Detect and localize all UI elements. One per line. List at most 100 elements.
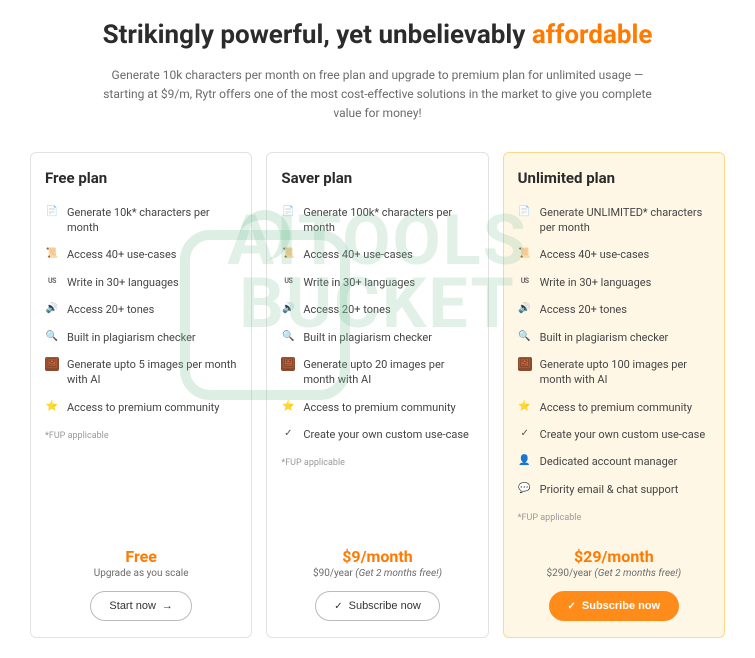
sound-icon: 🔊 bbox=[45, 302, 59, 316]
scroll-icon: 📜 bbox=[45, 247, 59, 261]
us-icon: US bbox=[281, 275, 295, 289]
check-icon: ✓ bbox=[281, 427, 295, 441]
plan-price: $29/month bbox=[518, 547, 710, 566]
feature-item: 💬 Priority email & chat support bbox=[518, 476, 710, 503]
feature-item: 🔊 Access 20+ tones bbox=[518, 296, 710, 323]
feature-text: Access to premium community bbox=[67, 400, 219, 415]
feature-text: Generate UNLIMITED* characters per month bbox=[540, 205, 710, 236]
feature-text: Create your own custom use-case bbox=[540, 427, 706, 442]
plan-title: Saver plan bbox=[281, 169, 473, 187]
feature-item: 🔍 Built in plagiarism checker bbox=[281, 324, 473, 351]
subscribe-button[interactable]: ✓ Subscribe now bbox=[549, 591, 680, 621]
hero-title: Strikingly powerful, yet unbelievably af… bbox=[30, 20, 725, 50]
feature-text: Create your own custom use-case bbox=[303, 427, 469, 442]
fup-note: *FUP applicable bbox=[281, 458, 473, 468]
feature-text: Access 20+ tones bbox=[67, 302, 154, 317]
mag-icon: 🔍 bbox=[281, 330, 295, 344]
doc-icon: 📄 bbox=[45, 205, 59, 219]
plan-price-sub: $90/year (Get 2 months free!) bbox=[281, 568, 473, 579]
feature-text: Write in 30+ languages bbox=[303, 275, 415, 290]
doc-icon: 📄 bbox=[281, 205, 295, 219]
doc-icon: 📄 bbox=[518, 205, 532, 219]
feature-text: Access 20+ tones bbox=[540, 302, 627, 317]
feature-list: 📄 Generate UNLIMITED* characters per mont… bbox=[518, 199, 710, 504]
feature-text: Built in plagiarism checker bbox=[303, 330, 432, 345]
feature-text: Access to premium community bbox=[540, 400, 692, 415]
plan-footer: $9/month $90/year (Get 2 months free!) ✓ Su… bbox=[281, 531, 473, 621]
fup-note: *FUP applicable bbox=[518, 513, 710, 523]
feature-item: 📄 Generate UNLIMITED* characters per mont… bbox=[518, 199, 710, 242]
feature-item: 👤 Dedicated account manager bbox=[518, 448, 710, 475]
img-icon: 🖼 bbox=[45, 357, 59, 371]
plan-price-sub: $290/year (Get 2 months free!) bbox=[518, 568, 710, 579]
plan-price: Free bbox=[45, 547, 237, 566]
feature-item: ⭐ Access to premium community bbox=[45, 394, 237, 421]
feature-text: Dedicated account manager bbox=[540, 454, 678, 469]
scroll-icon: 📜 bbox=[281, 247, 295, 261]
star-icon: ⭐ bbox=[45, 400, 59, 414]
plan-card-unlimited-plan: Unlimited plan 📄 Generate UNLIMITED* chara… bbox=[503, 152, 725, 639]
feature-text: Access 20+ tones bbox=[303, 302, 390, 317]
feature-item: 🔊 Access 20+ tones bbox=[45, 296, 237, 323]
plan-price: $9/month bbox=[281, 547, 473, 566]
button-label: Subscribe now bbox=[349, 600, 421, 612]
plan-price-sub: Upgrade as you scale bbox=[45, 568, 237, 579]
feature-item: 🖼 Generate upto 100 images per month with… bbox=[518, 351, 710, 394]
feature-item: 🔊 Access 20+ tones bbox=[281, 296, 473, 323]
feature-item: 📜 Access 40+ use-cases bbox=[518, 241, 710, 268]
feature-item: 📜 Access 40+ use-cases bbox=[281, 241, 473, 268]
feature-text: Write in 30+ languages bbox=[540, 275, 652, 290]
button-label: Subscribe now bbox=[582, 600, 660, 612]
feature-item: 🖼Generate upto 20 images per month with … bbox=[281, 351, 473, 394]
plan-card-free-plan: Free plan 📄Generate 10k* characters per m… bbox=[30, 152, 252, 639]
star-icon: ⭐ bbox=[281, 400, 295, 414]
feature-text: Built in plagiarism checker bbox=[67, 330, 196, 345]
feature-text: Generate upto 20 images per month with A… bbox=[303, 357, 473, 388]
img-icon: 🖼 bbox=[518, 357, 532, 371]
subscribe-button[interactable]: ✓ Subscribe now bbox=[315, 591, 440, 621]
feature-item: ✓ Create your own custom use-case bbox=[281, 421, 473, 448]
feature-item: 📄Generate 10k* characters per month bbox=[45, 199, 237, 242]
feature-text: Generate upto 100 images per month with … bbox=[540, 357, 710, 388]
star-icon: ⭐ bbox=[518, 400, 532, 414]
check-icon: ✓ bbox=[568, 601, 576, 612]
sound-icon: 🔊 bbox=[518, 302, 532, 316]
fup-note: *FUP applicable bbox=[45, 431, 237, 441]
feature-item: ⭐ Access to premium community bbox=[518, 394, 710, 421]
feature-text: Generate upto 5 images per month with AI bbox=[67, 357, 237, 388]
feature-item: US Write in 30+ languages bbox=[518, 269, 710, 296]
mag-icon: 🔍 bbox=[45, 330, 59, 344]
plan-title: Free plan bbox=[45, 169, 237, 187]
us-icon: US bbox=[45, 275, 59, 289]
feature-text: Access to premium community bbox=[303, 400, 455, 415]
plan-footer: $29/month $290/year (Get 2 months free!) ✓… bbox=[518, 531, 710, 621]
feature-text: Access 40+ use-cases bbox=[303, 247, 412, 262]
feature-item: 🔍 Built in plagiarism checker bbox=[518, 324, 710, 351]
arrow-right-icon: → bbox=[162, 600, 173, 612]
button-label: Start now bbox=[109, 600, 155, 612]
feature-item: 🖼 Generate upto 5 images per month with A… bbox=[45, 351, 237, 394]
check-icon: ✓ bbox=[334, 601, 342, 612]
sound-icon: 🔊 bbox=[281, 302, 295, 316]
feature-item: US Write in 30+ languages bbox=[45, 269, 237, 296]
start-now-button[interactable]: Start now → bbox=[90, 591, 191, 621]
scroll-icon: 📜 bbox=[518, 247, 532, 261]
feature-item: 🔍 Built in plagiarism checker bbox=[45, 324, 237, 351]
feature-item: ✓ Create your own custom use-case bbox=[518, 421, 710, 448]
feature-text: Generate 100k* characters per month bbox=[303, 205, 473, 236]
plan-card-saver-plan: Saver plan 📄 Generate 100k* characters per… bbox=[266, 152, 488, 639]
hero-subtitle: Generate 10k characters per month on fre… bbox=[98, 66, 658, 124]
plan-title: Unlimited plan bbox=[518, 169, 710, 187]
feature-text: Access 40+ use-cases bbox=[540, 247, 649, 262]
person-icon: 👤 bbox=[518, 454, 532, 468]
mag-icon: 🔍 bbox=[518, 330, 532, 344]
chat-icon: 💬 bbox=[518, 482, 532, 496]
feature-text: Built in plagiarism checker bbox=[540, 330, 669, 345]
us-icon: US bbox=[518, 275, 532, 289]
feature-item: US Write in 30+ languages bbox=[281, 269, 473, 296]
feature-text: Priority email & chat support bbox=[540, 482, 679, 497]
feature-text: Access 40+ use-cases bbox=[67, 247, 176, 262]
feature-list: 📄 Generate 100k* characters per month 📜 Acc… bbox=[281, 199, 473, 449]
check-icon: ✓ bbox=[518, 427, 532, 441]
feature-text: Write in 30+ languages bbox=[67, 275, 179, 290]
